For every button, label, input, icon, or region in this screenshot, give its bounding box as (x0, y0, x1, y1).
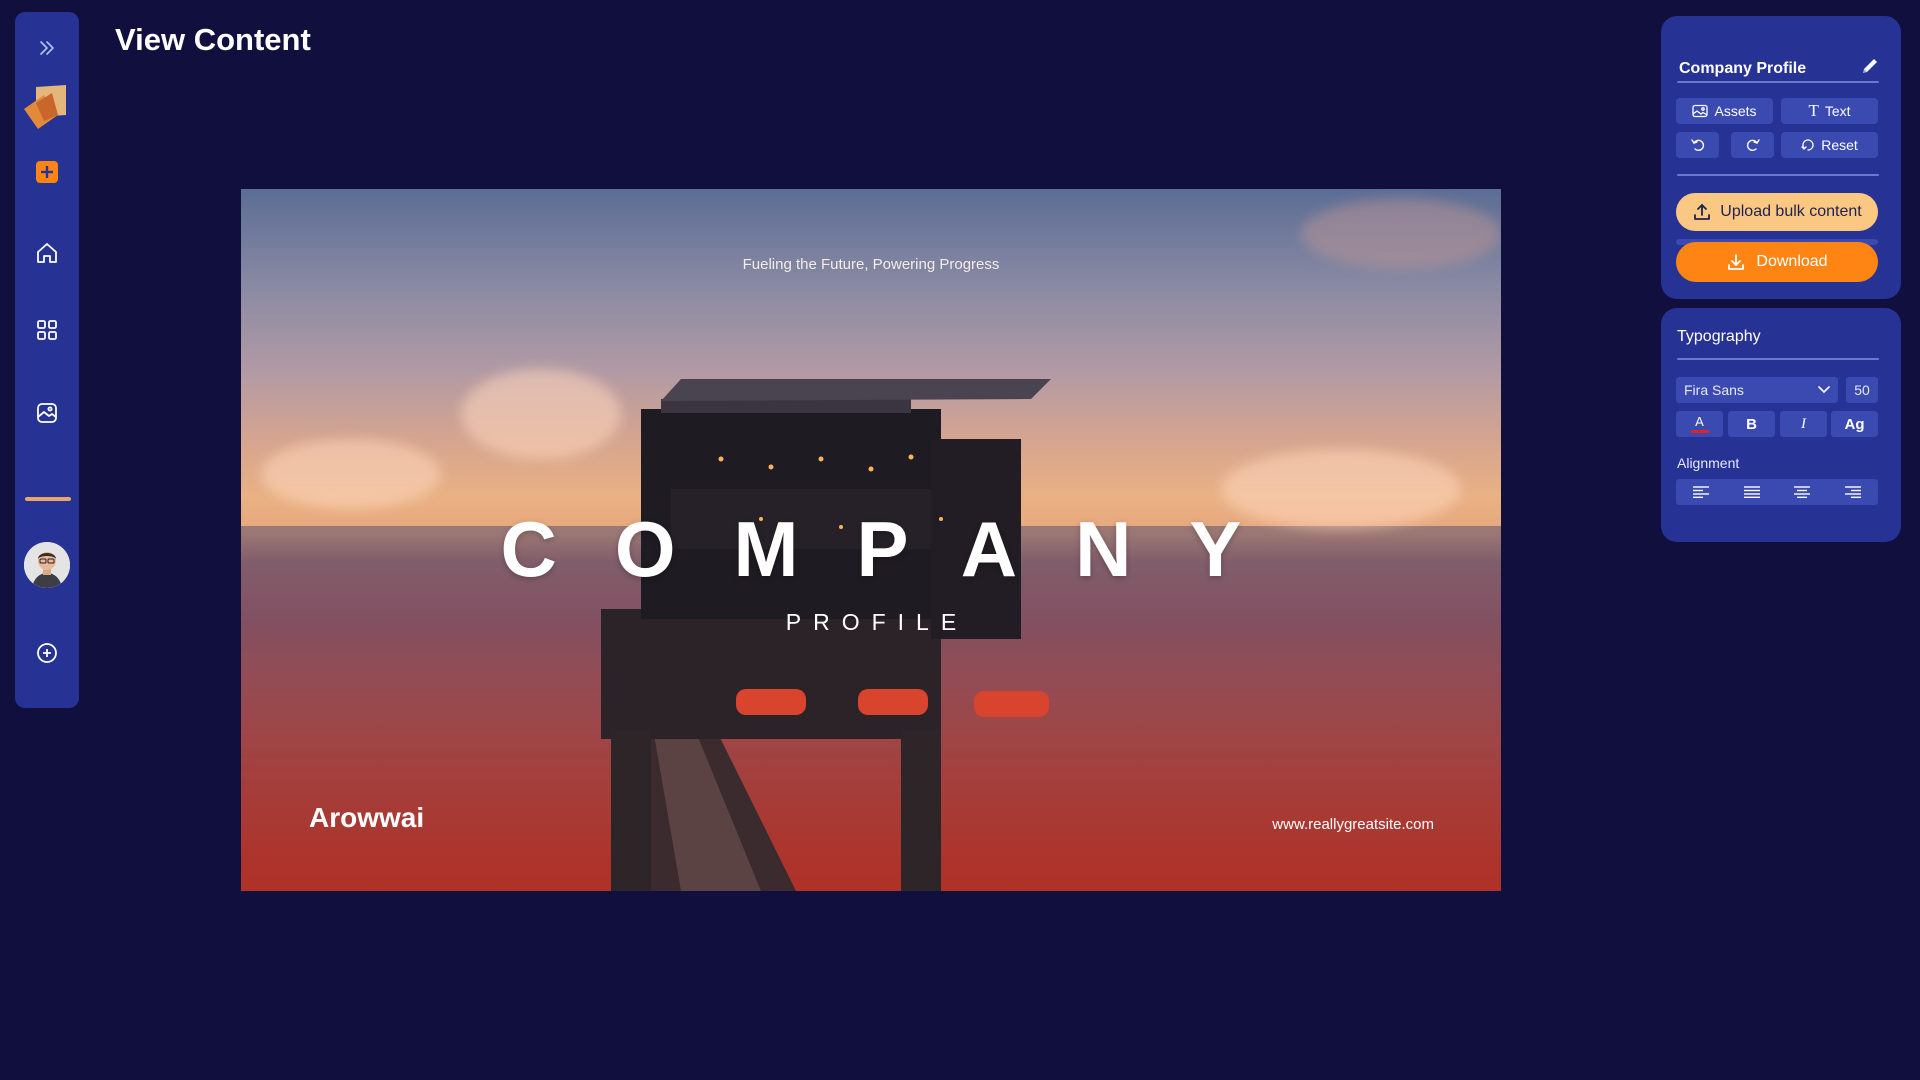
align-left-icon (1693, 486, 1710, 498)
bold-button[interactable]: B (1728, 411, 1775, 437)
home-icon (37, 243, 57, 263)
align-justify-button[interactable] (1743, 486, 1760, 498)
reset-icon (1801, 139, 1814, 151)
download-label: Download (1756, 253, 1828, 270)
plus-circle-icon (37, 643, 57, 663)
alignment-group (1676, 479, 1878, 505)
gallery-button[interactable] (27, 393, 67, 433)
align-right-button[interactable] (1844, 486, 1861, 498)
divider (1677, 358, 1879, 360)
typography-panel: Typography Fira Sans 50 A B I Ag Alignme… (1661, 308, 1901, 542)
undo-button[interactable] (1676, 132, 1719, 158)
redo-icon (1746, 139, 1760, 152)
undo-icon (1690, 139, 1704, 152)
grid-icon (37, 320, 57, 340)
text-color-icon: A (1690, 414, 1709, 433)
text-case-button[interactable]: Ag (1831, 411, 1878, 437)
color-swatch (1690, 430, 1709, 433)
slide-url[interactable]: www.reallygreatsite.com (1272, 816, 1434, 833)
text-color-label: A (1695, 414, 1704, 429)
align-center-button[interactable] (1794, 486, 1811, 498)
assets-label: Assets (1714, 103, 1757, 119)
upload-icon (1694, 204, 1711, 220)
align-center-icon (1794, 486, 1811, 498)
assets-button[interactable]: Assets (1676, 98, 1773, 124)
pencil-icon (1863, 59, 1877, 73)
dashboard-button[interactable] (27, 310, 67, 350)
app-logo[interactable] (21, 78, 71, 134)
image-icon (37, 403, 57, 423)
double-chevron-right-icon (40, 41, 54, 55)
app-logo-icon (24, 85, 66, 129)
divider (1677, 81, 1879, 83)
image-icon (1692, 104, 1709, 118)
plus-square-icon (36, 161, 58, 183)
download-button[interactable]: Download (1676, 242, 1878, 282)
text-color-button[interactable]: A (1676, 411, 1723, 437)
align-justify-icon (1743, 486, 1760, 498)
alignment-label: Alignment (1677, 455, 1740, 471)
italic-button[interactable]: I (1780, 411, 1827, 437)
content-preview[interactable]: Fueling the Future, Powering Progress CO… (241, 189, 1501, 891)
text-icon: T (1808, 101, 1819, 120)
home-button[interactable] (27, 233, 67, 273)
reset-label: Reset (1821, 137, 1858, 153)
panel-title: Company Profile (1679, 60, 1807, 77)
slide-brand[interactable]: Arowwai (309, 802, 424, 834)
add-content-button[interactable] (27, 152, 67, 192)
upload-label: Upload bulk content (1720, 203, 1862, 220)
divider (1677, 174, 1879, 176)
page-title: View Content (115, 22, 311, 57)
font-family-value: Fira Sans (1684, 382, 1744, 398)
download-icon (1728, 254, 1745, 270)
chevron-down-icon (1818, 386, 1830, 394)
align-left-button[interactable] (1693, 486, 1710, 498)
reset-button[interactable]: Reset (1781, 132, 1878, 158)
font-size-input[interactable]: 50 (1846, 377, 1878, 403)
upload-bulk-content-button[interactable]: Upload bulk content (1676, 193, 1878, 231)
user-avatar-icon (24, 542, 70, 588)
slide-subheading[interactable]: PROFILE (241, 609, 1501, 636)
align-right-icon (1844, 486, 1861, 498)
panel-title: Typography (1677, 328, 1761, 345)
edit-button[interactable] (1859, 55, 1881, 77)
text-button[interactable]: T Text (1781, 98, 1878, 124)
add-new-button[interactable] (27, 633, 67, 673)
slide-heading[interactable]: COMPANY (241, 504, 1501, 595)
sidebar (15, 12, 79, 708)
redo-button[interactable] (1731, 132, 1774, 158)
avatar[interactable] (24, 542, 70, 588)
slide-tagline[interactable]: Fueling the Future, Powering Progress (241, 256, 1501, 273)
sidebar-divider (25, 497, 71, 501)
font-family-select[interactable]: Fira Sans (1676, 377, 1838, 403)
text-label: Text (1824, 103, 1851, 119)
company-profile-panel: Company Profile Assets T Text Reset Uplo… (1661, 16, 1901, 299)
expand-sidebar-button[interactable] (27, 28, 67, 68)
